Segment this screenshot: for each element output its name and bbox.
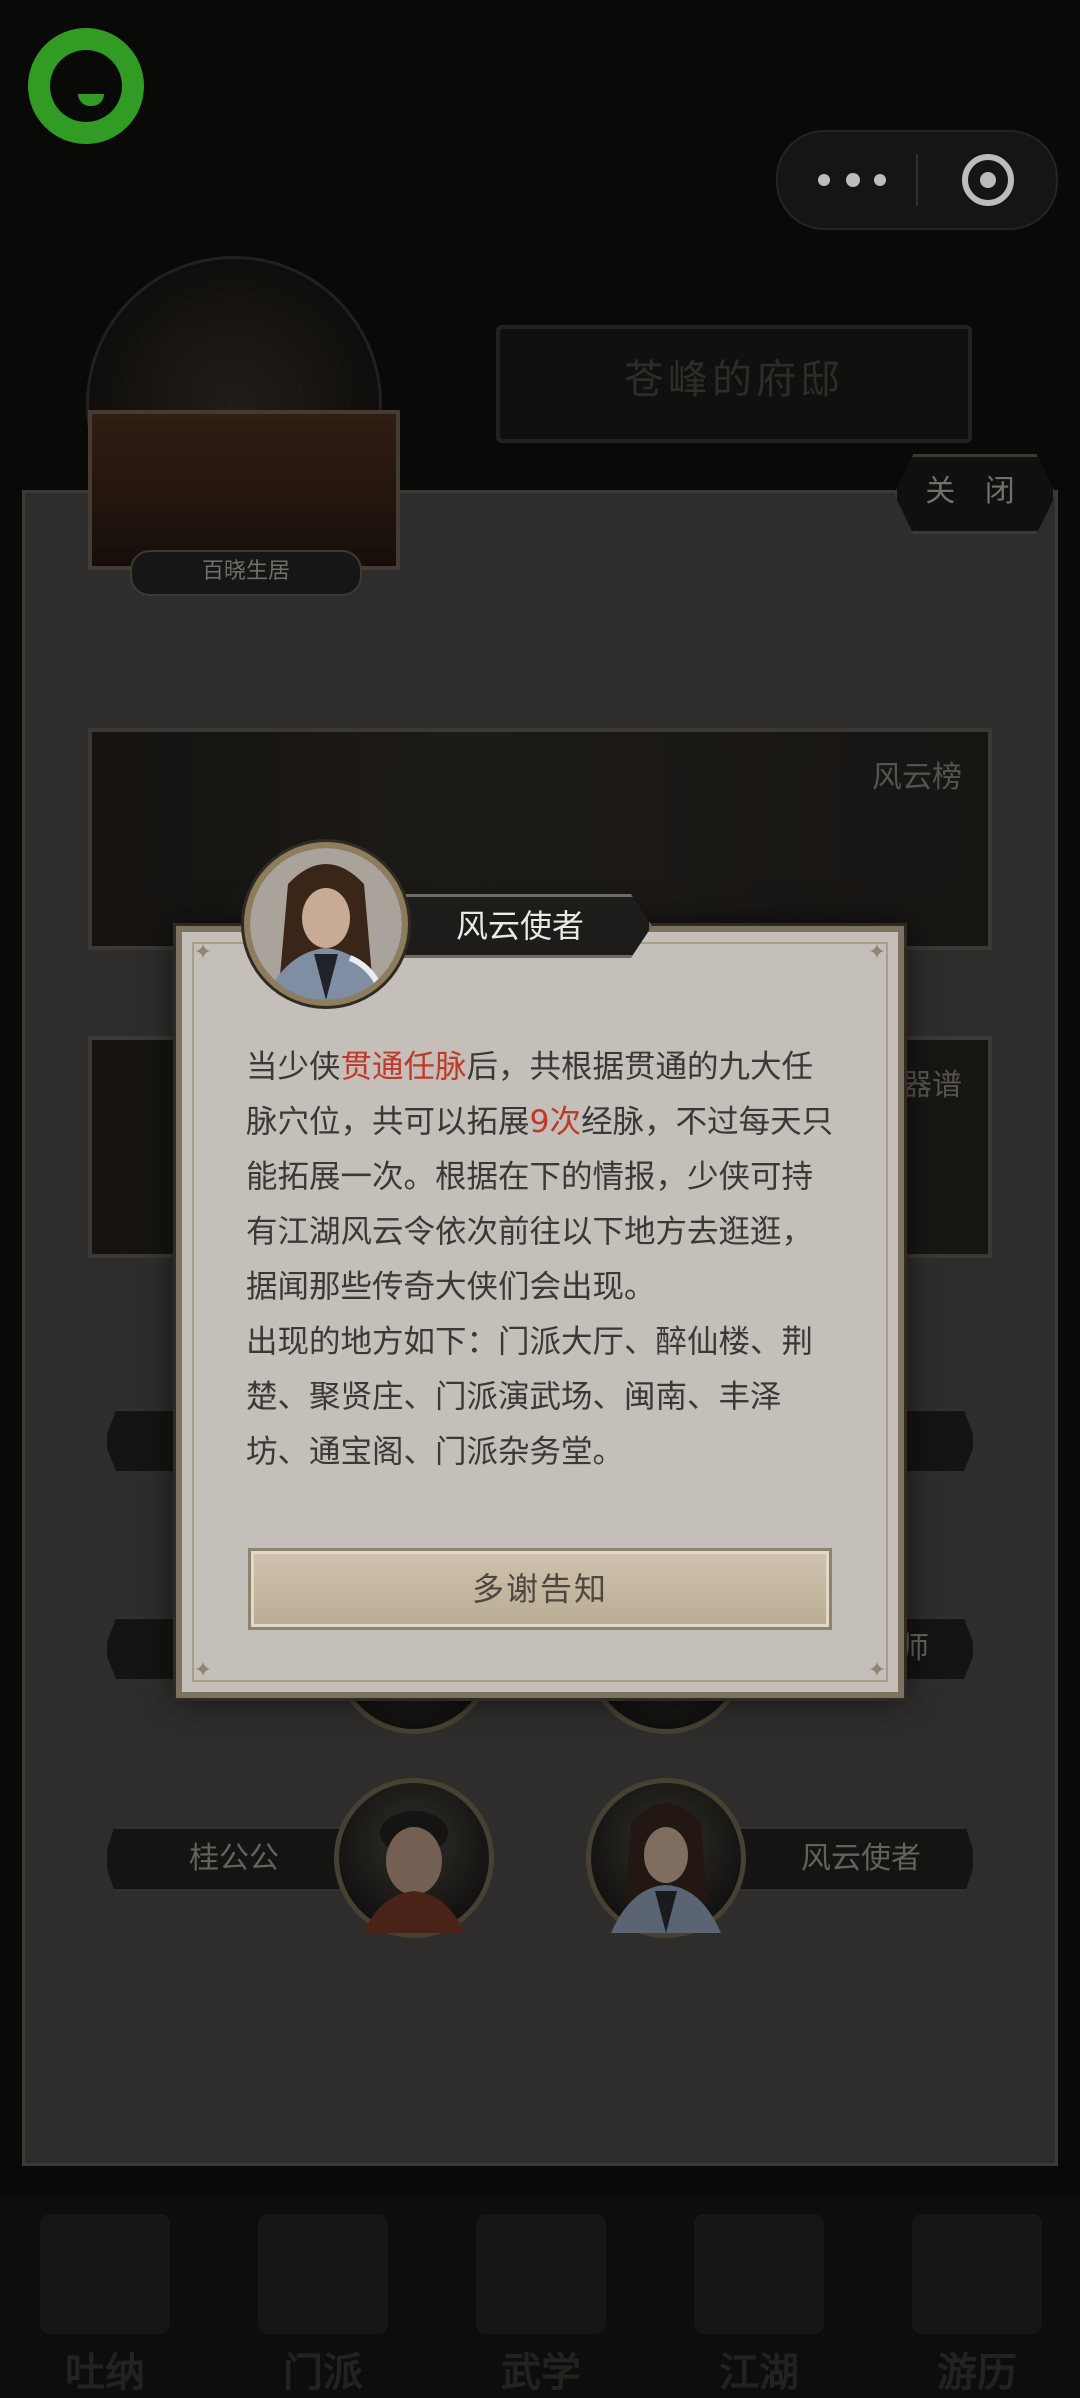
text-segment: 当少侠 [246,1049,341,1085]
highlight-meridian: 贯通任脉 [340,1049,467,1085]
dialog-paragraph-2: 出现的地方如下：门派大厅、醉仙楼、荆楚、聚贤庄、门派演武场、闽南、丰泽坊、通宝阁… [246,1324,814,1470]
swordsman-portrait-icon [250,848,402,1000]
corner-ornament-icon: ✦ [867,940,887,965]
dialog-paragraph-1: 当少侠贯通任脉后，共根据贯通的九大任脉穴位，共可以拓展9次经脉，不过每天只能拓展… [246,1040,834,1315]
corner-ornament-icon: ✦ [193,1658,213,1683]
corner-ornament-icon: ✦ [867,1658,887,1683]
dialog-message: 当少侠贯通任脉后，共根据贯通的九大任脉穴位，共可以拓展9次经脉，不过每天只能拓展… [246,1040,834,1480]
dialog-npc-portrait [244,842,408,1006]
confirm-button[interactable]: 多谢告知 [248,1548,832,1630]
dialog-npc-name: 风云使者 [388,894,652,958]
highlight-count: 9次 [529,1104,582,1140]
corner-ornament-icon: ✦ [193,940,213,965]
